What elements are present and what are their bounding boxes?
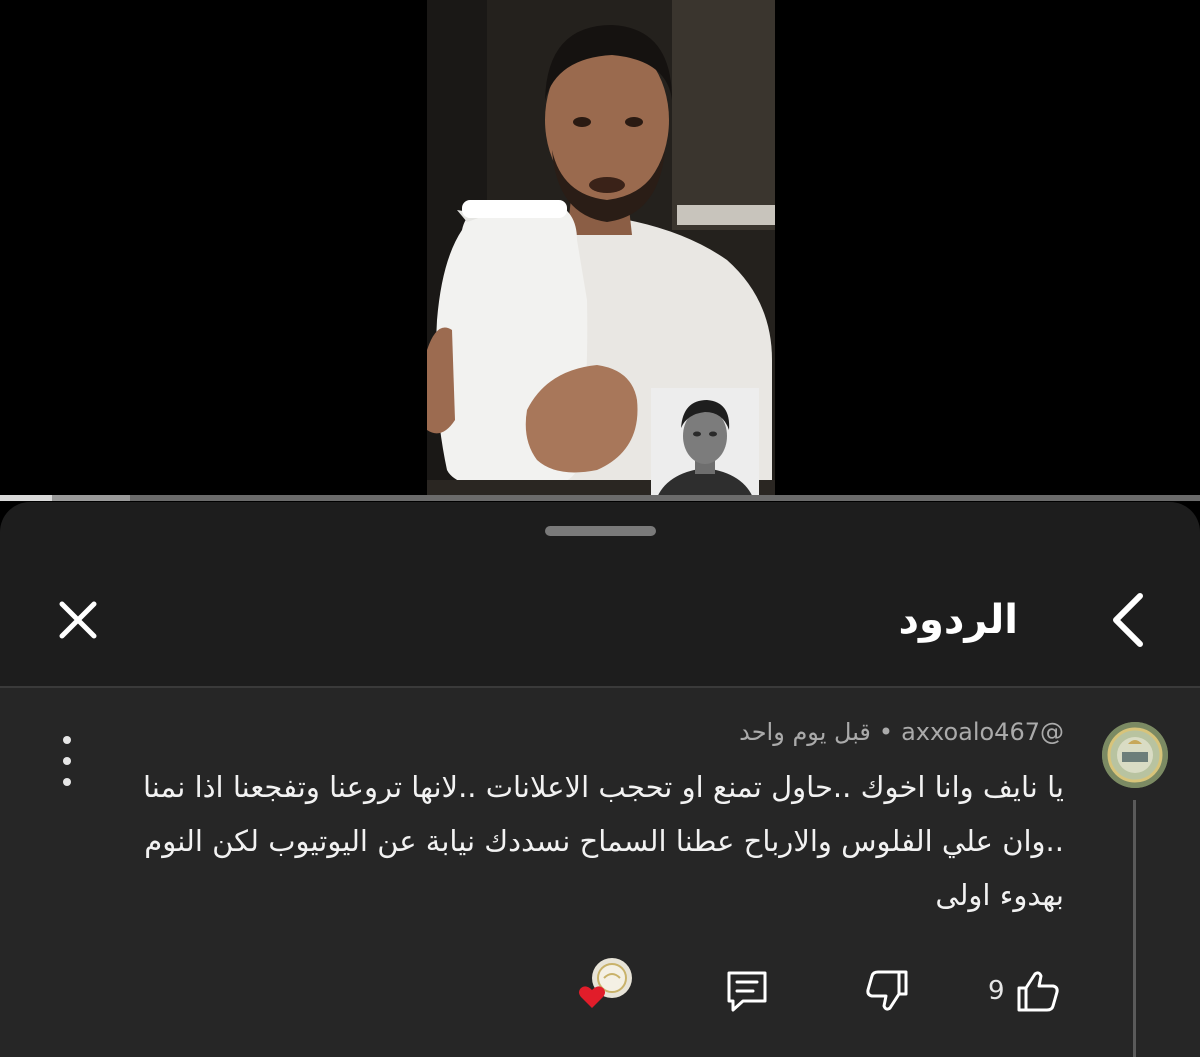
- more-vert-icon: [63, 736, 71, 744]
- comment-author[interactable]: @axxoalo467: [901, 718, 1064, 746]
- replies-sheet: الردود @axxoalo467•قبل يوم واحد يا نايف …: [0, 502, 1200, 1057]
- more-options-button[interactable]: [52, 736, 82, 786]
- back-button[interactable]: [1104, 590, 1152, 650]
- back-chevron-icon: [1113, 593, 1143, 647]
- like-button[interactable]: 9: [988, 966, 1061, 1016]
- video-progress-fill: [0, 495, 52, 501]
- reply-button[interactable]: [722, 966, 772, 1016]
- creator-heart-badge: [576, 956, 636, 1016]
- comment-actions: 9: [0, 956, 1200, 1026]
- reply-icon: [727, 971, 767, 1012]
- close-icon: [59, 601, 97, 639]
- comment-item: @axxoalo467•قبل يوم واحد يا نايف وانا اخ…: [0, 688, 1200, 1057]
- comment-time: قبل يوم واحد: [739, 718, 871, 746]
- sheet-title: الردود: [898, 597, 1018, 643]
- sheet-drag-handle[interactable]: [545, 526, 656, 536]
- meta-separator: •: [878, 718, 894, 746]
- sheet-header: الردود: [0, 542, 1200, 687]
- video-progress-bar[interactable]: [0, 495, 1200, 501]
- comment-text: يا نايف وانا اخوك ..حاول تمنع او تحجب ال…: [142, 770, 1064, 912]
- like-icon: [1017, 971, 1059, 1012]
- video-player[interactable]: [0, 0, 1200, 501]
- dislike-button[interactable]: [862, 966, 912, 1016]
- avatar[interactable]: [1102, 722, 1168, 788]
- dislike-icon: [866, 970, 908, 1011]
- creator-heart-icon: [579, 958, 632, 1008]
- video-buffer-bar: [52, 495, 130, 501]
- comment-meta: @axxoalo467•قبل يوم واحد: [739, 718, 1064, 746]
- close-button[interactable]: [52, 594, 104, 646]
- inset-portrait-photo: [651, 388, 759, 500]
- like-count: 9: [988, 976, 1005, 1006]
